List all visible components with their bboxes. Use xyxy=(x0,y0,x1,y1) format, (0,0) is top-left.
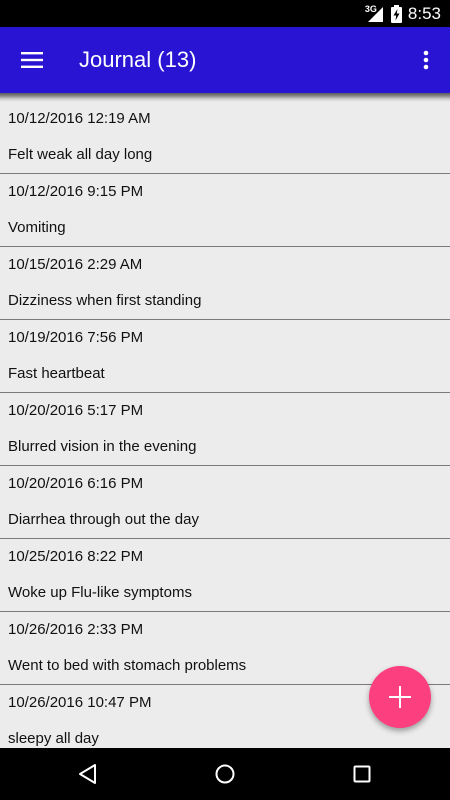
entry-date: 10/15/2016 2:29 AM xyxy=(8,256,143,273)
back-button[interactable] xyxy=(56,748,120,800)
entry-date: 10/19/2016 7:56 PM xyxy=(8,329,144,346)
recents-button[interactable] xyxy=(330,748,394,800)
list-item[interactable]: 10/20/2016 5:17 PM Blurred vision in the… xyxy=(0,393,450,466)
overflow-menu-button[interactable] xyxy=(404,36,448,84)
entry-date: 10/25/2016 8:22 PM xyxy=(8,548,144,565)
entry-date: 10/12/2016 9:15 PM xyxy=(8,183,144,200)
entry-text: sleepy all day xyxy=(8,730,99,747)
recents-icon xyxy=(353,765,371,783)
home-icon xyxy=(215,764,235,784)
entry-text: Fast heartbeat xyxy=(8,365,105,382)
add-entry-button[interactable] xyxy=(369,666,431,728)
entry-text: Woke up Flu-like symptoms xyxy=(8,584,192,601)
back-icon xyxy=(79,764,96,784)
clock: 8:53 xyxy=(407,4,441,23)
entry-text: Dizziness when first standing xyxy=(8,292,202,309)
list-item[interactable]: 10/25/2016 8:22 PM Woke up Flu-like symp… xyxy=(0,539,450,612)
list-item[interactable]: 10/20/2016 6:16 PM Diarrhea through out … xyxy=(0,466,450,539)
more-vert-icon xyxy=(423,50,429,70)
entry-date: 10/26/2016 10:47 PM xyxy=(8,694,152,711)
entry-text: Diarrhea through out the day xyxy=(8,511,199,528)
home-button[interactable] xyxy=(193,748,257,800)
journal-list[interactable]: 10/12/2016 12:19 AM Felt weak all day lo… xyxy=(0,101,450,747)
entry-date: 10/20/2016 5:17 PM xyxy=(8,402,144,419)
list-item[interactable]: 10/19/2016 7:56 PM Fast heartbeat xyxy=(0,320,450,393)
entry-text: Vomiting xyxy=(8,219,66,236)
app-bar: Journal (13) xyxy=(0,27,450,93)
list-item[interactable]: 10/15/2016 2:29 AM Dizziness when first … xyxy=(0,247,450,320)
entry-date: 10/20/2016 6:16 PM xyxy=(8,475,144,492)
entry-date: 10/26/2016 2:33 PM xyxy=(8,621,144,638)
list-item[interactable]: 10/12/2016 9:15 PM Vomiting xyxy=(0,174,450,247)
battery-charging-icon xyxy=(390,4,402,23)
plus-icon xyxy=(389,686,411,708)
signal-icon xyxy=(367,6,383,22)
status-icons: 3G 8:53 xyxy=(365,0,441,27)
signal-indicator: 3G xyxy=(365,4,385,23)
menu-button[interactable] xyxy=(8,36,56,84)
navigation-bar xyxy=(0,748,450,800)
list-item[interactable]: 10/12/2016 12:19 AM Felt weak all day lo… xyxy=(0,101,450,174)
page-title: Journal (13) xyxy=(79,47,197,72)
entry-text: Went to bed with stomach problems xyxy=(8,657,247,674)
entry-text: Felt weak all day long xyxy=(8,146,153,163)
status-bar: 3G 8:53 xyxy=(0,0,450,27)
entry-date: 10/12/2016 12:19 AM xyxy=(8,110,151,127)
entry-text: Blurred vision in the evening xyxy=(8,438,197,455)
menu-icon xyxy=(21,52,43,68)
